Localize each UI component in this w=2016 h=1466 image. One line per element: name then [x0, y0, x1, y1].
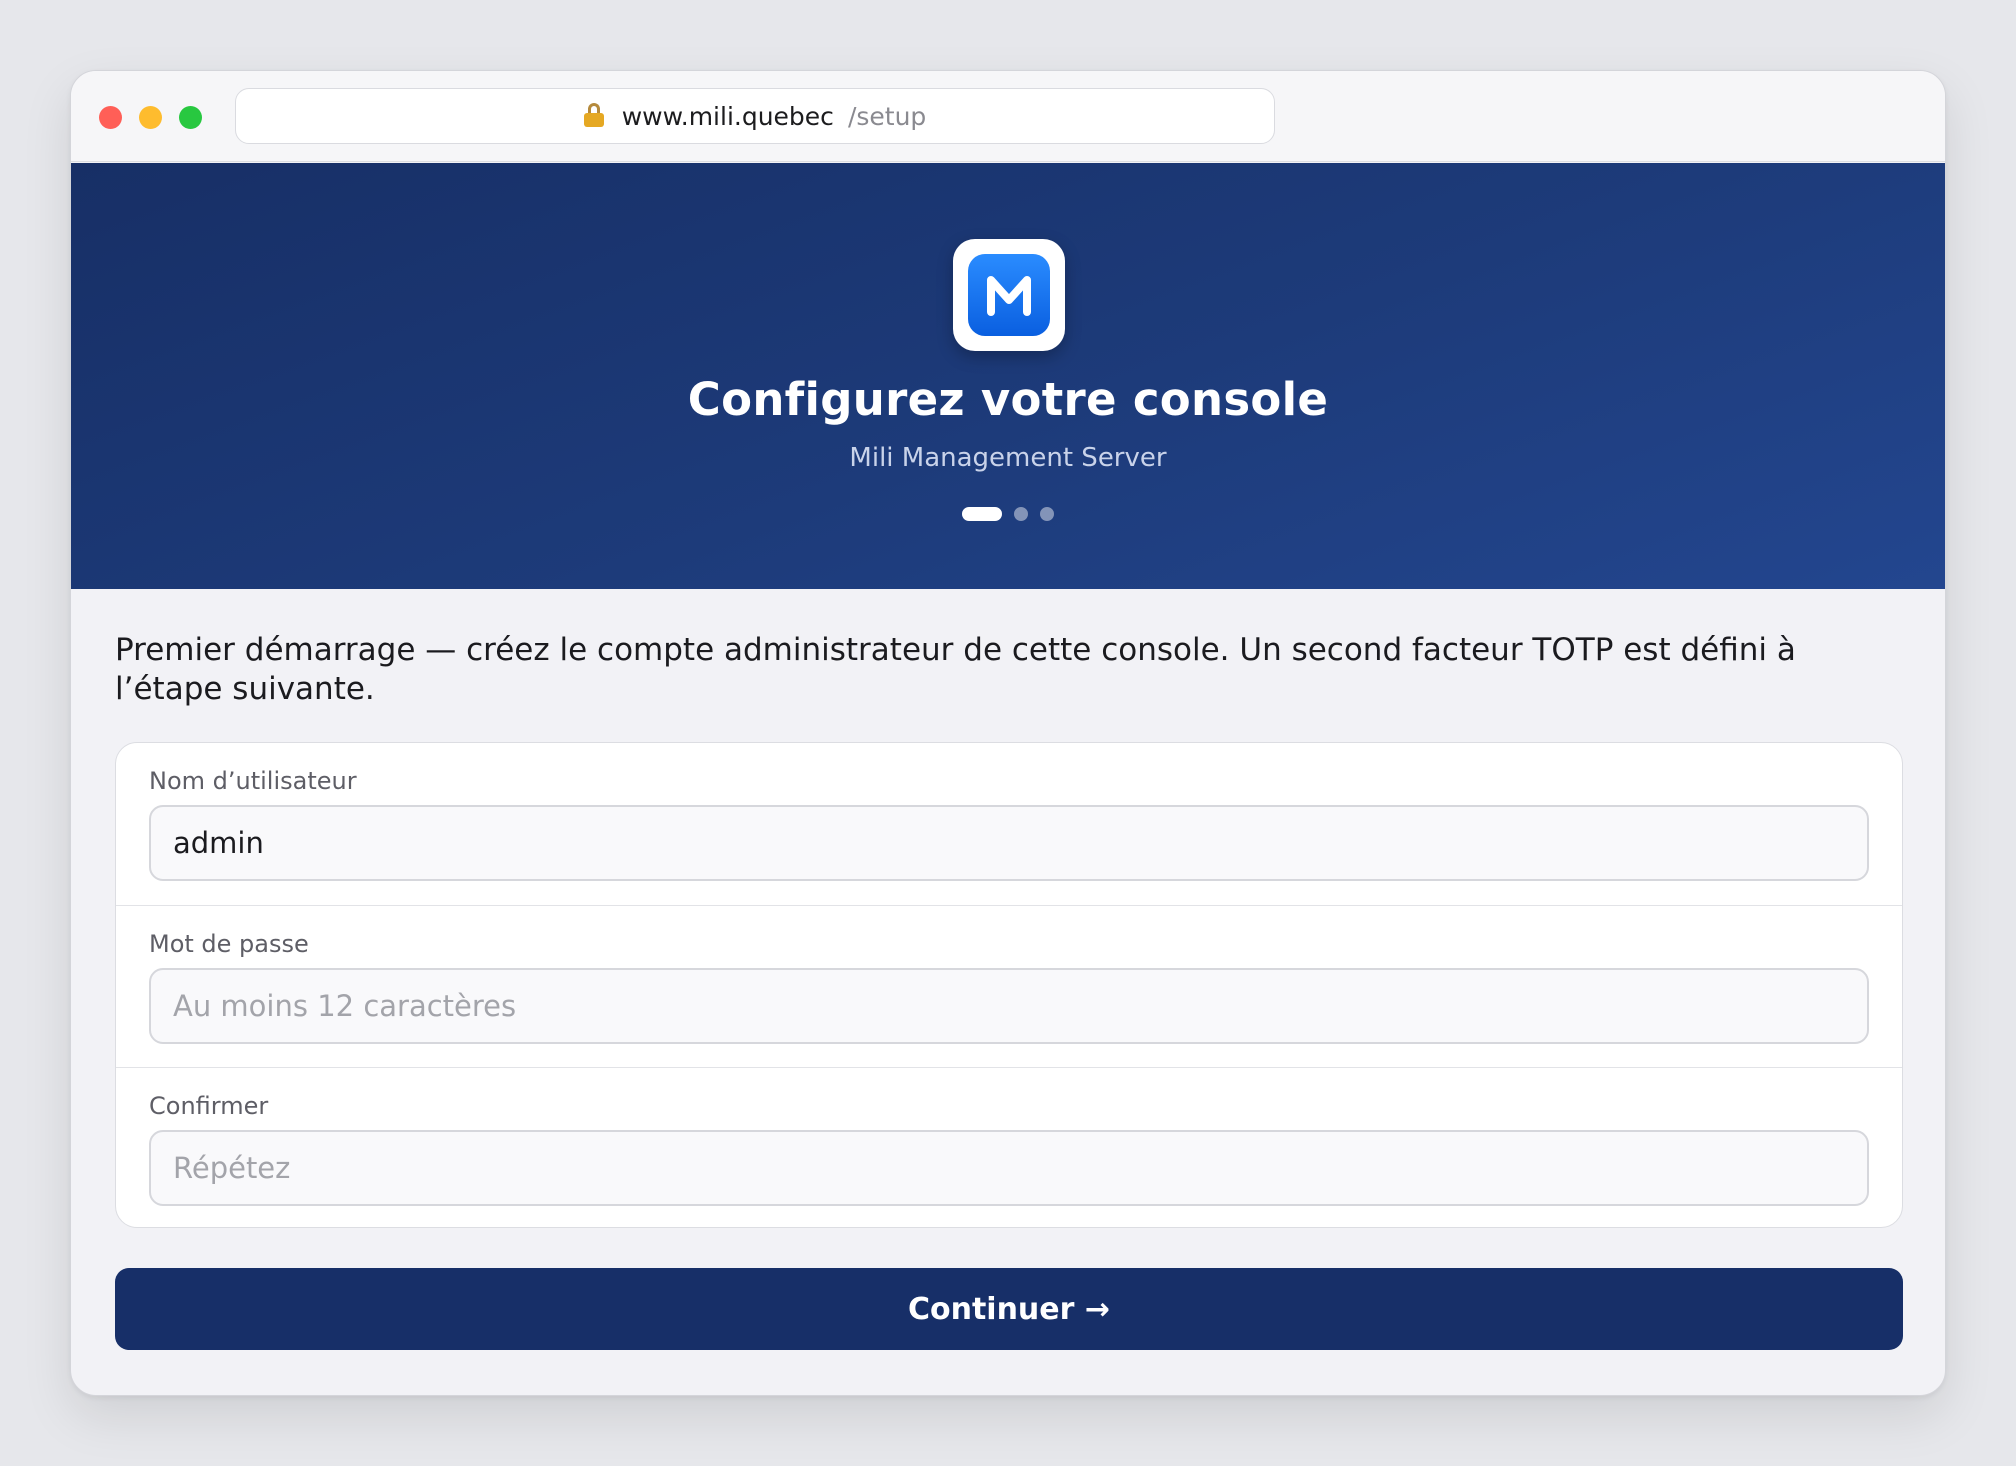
step-indicator-current: [962, 507, 1002, 521]
browser-window: www.mili.quebec /setup Configurez votre …: [70, 70, 1946, 1396]
username-field-group: Nom d’utilisateur: [116, 743, 1902, 905]
confirm-field-group: Confirmer: [116, 1067, 1902, 1227]
intro-text: Premier démarrage — créez le compte admi…: [115, 632, 1796, 707]
page-subtitle: Mili Management Server: [849, 443, 1167, 473]
address-bar[interactable]: www.mili.quebec /setup: [235, 88, 1275, 144]
continue-button[interactable]: Continuer →: [115, 1268, 1903, 1350]
app-logo: [953, 239, 1065, 351]
setup-hero-banner: Configurez votre console Mili Management…: [71, 163, 1945, 589]
password-input[interactable]: [149, 968, 1869, 1044]
step-indicator-dot: [1040, 507, 1054, 521]
admin-account-form: Nom d’utilisateur Mot de passe Confirmer: [115, 742, 1903, 1228]
close-window-button[interactable]: [99, 106, 122, 129]
confirm-label: Confirmer: [149, 1092, 269, 1120]
password-label: Mot de passe: [149, 930, 309, 958]
zoom-window-button[interactable]: [179, 106, 202, 129]
step-indicator: [71, 507, 1945, 521]
lock-icon: [583, 103, 604, 127]
password-field-group: Mot de passe: [116, 905, 1902, 1067]
browser-titlebar: www.mili.quebec /setup: [71, 71, 1945, 162]
url-path: /setup: [847, 101, 927, 131]
minimize-window-button[interactable]: [139, 106, 162, 129]
step-indicator-dot: [1014, 507, 1028, 521]
page-title: Configurez votre console: [687, 373, 1329, 426]
url-host: www.mili.quebec: [621, 101, 834, 131]
confirm-password-input[interactable]: [149, 1130, 1869, 1206]
username-label: Nom d’utilisateur: [149, 767, 357, 795]
username-input[interactable]: [149, 805, 1869, 881]
m-logo-icon: [968, 254, 1050, 336]
